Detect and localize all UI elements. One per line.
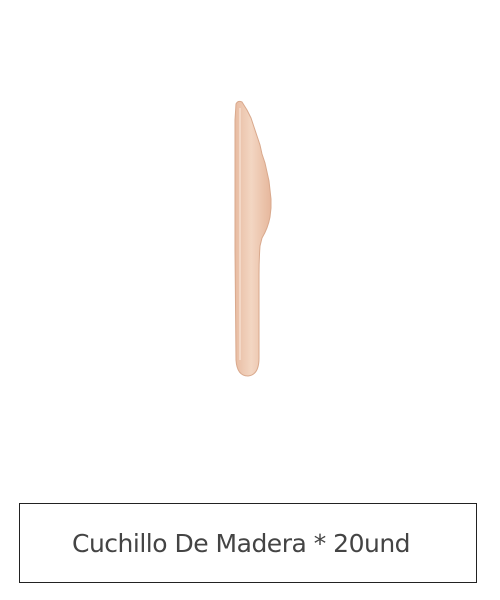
product-image[interactable] (0, 0, 500, 480)
product-title: Cuchillo De Madera * 20und (72, 528, 411, 558)
product-caption-box[interactable]: Cuchillo De Madera * 20und (19, 503, 477, 583)
wooden-knife-image (234, 100, 272, 377)
